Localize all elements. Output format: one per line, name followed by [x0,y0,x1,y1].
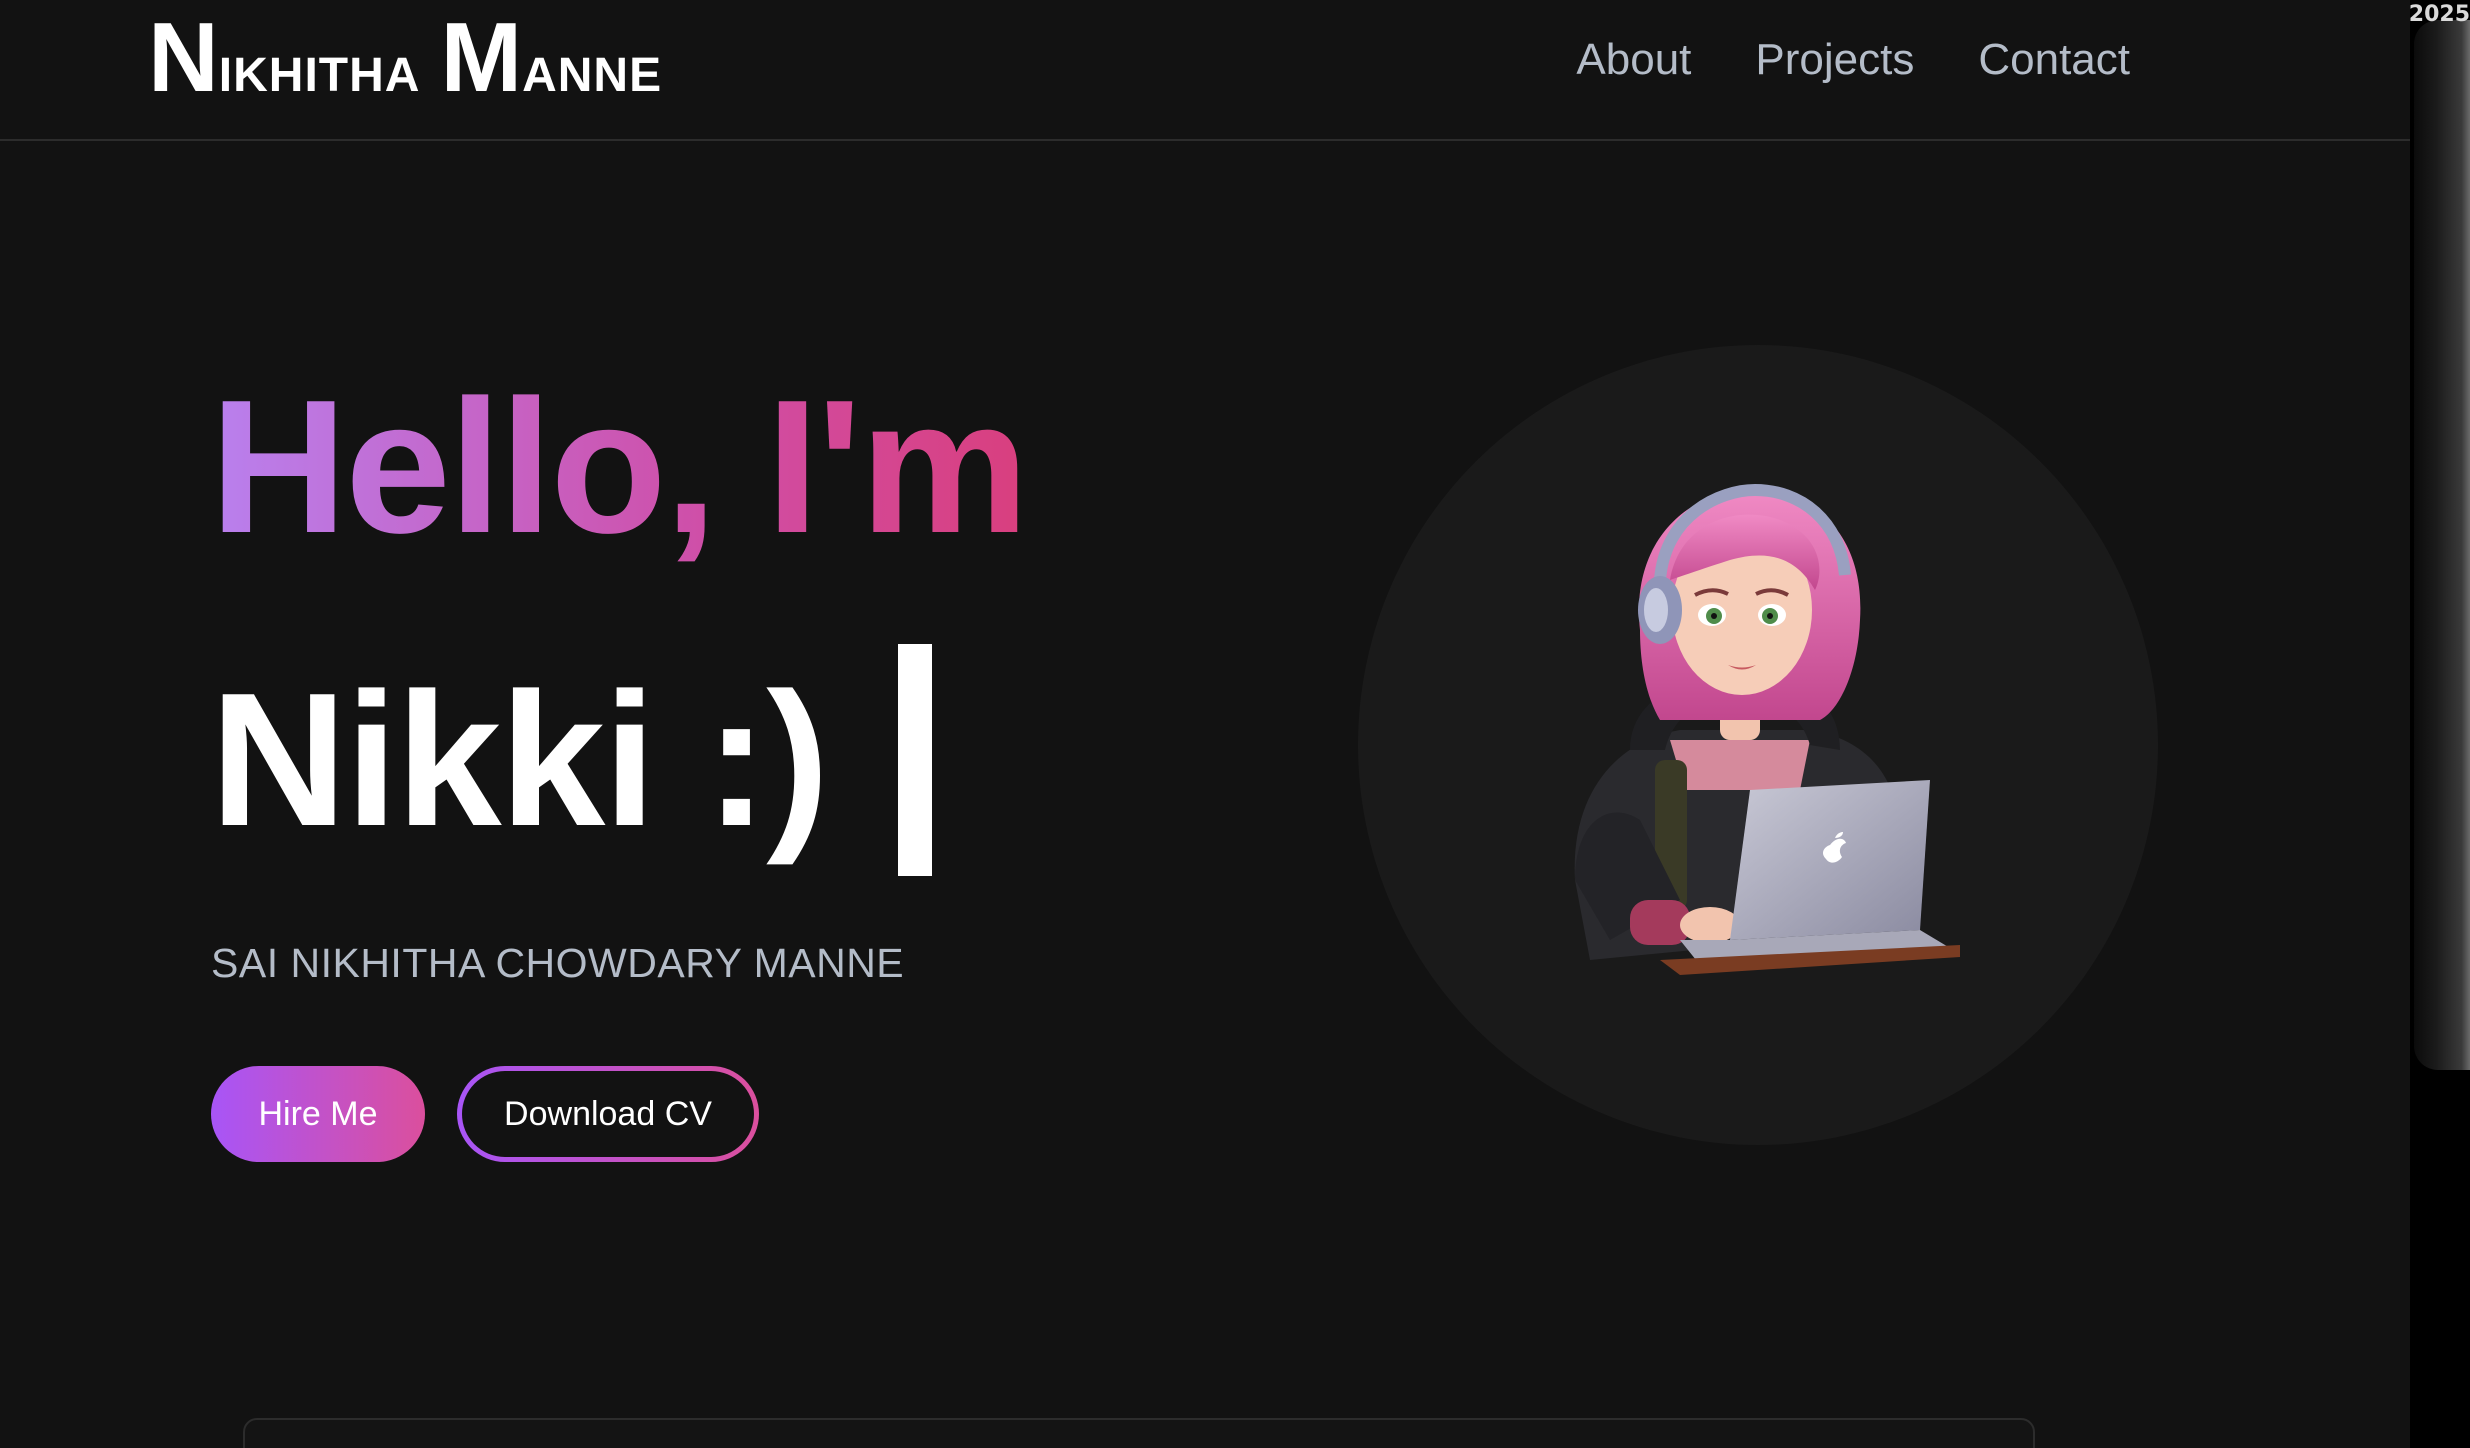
site-header: NIKHITHA MANNE About Projects Contact [0,0,2410,141]
logo-first-initial: N [148,2,219,112]
window-preview [2414,20,2470,1070]
site-logo[interactable]: NIKHITHA MANNE [148,8,662,106]
nav-link-projects[interactable]: Projects [1755,32,1914,88]
main-nav: About Projects Contact [1576,32,2130,88]
adjacent-window-edge: 2025 [2408,0,2470,1448]
download-cv-label: Download CV [462,1071,754,1157]
logo-last-rest: ANNE [522,49,663,102]
hire-me-button[interactable]: Hire Me [211,1066,425,1162]
side-window-year: 2025 [2408,2,2470,27]
girl-with-laptop-avatar [1574,483,1960,975]
hero-full-name: SAI NIKHITHA CHOWDARY MANNE [211,940,905,986]
hero-typed-name: Nikki :) [210,654,829,866]
typing-cursor [898,644,932,876]
content-card [243,1418,2035,1448]
nav-link-about[interactable]: About [1576,32,1691,88]
hero-greeting: Hello, I'm [210,361,1029,573]
download-cv-button[interactable]: Download CV [457,1066,759,1162]
nav-link-contact[interactable]: Contact [1978,32,2130,88]
logo-first-rest: IKHITHA [218,49,421,102]
logo-last-initial: M [440,2,523,112]
portfolio-page: NIKHITHA MANNE About Projects Contact Hel… [0,0,2470,1448]
